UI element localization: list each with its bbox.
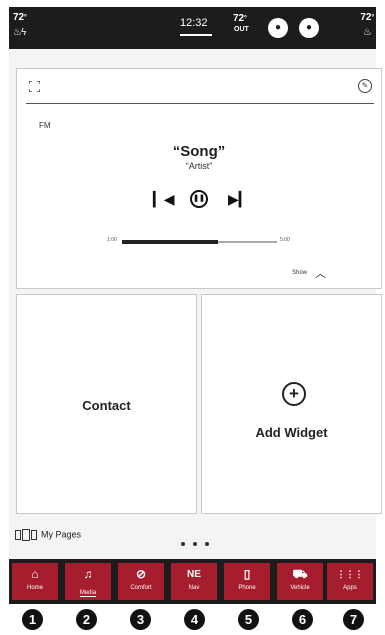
- nav-nav-label: Nav: [188, 585, 200, 591]
- nav-vehicle-label: Vehicle: [290, 585, 310, 591]
- contact-widget[interactable]: Contact: [16, 294, 197, 514]
- next-track-icon[interactable]: ▶▎: [228, 191, 250, 208]
- band-label: FM: [39, 121, 51, 130]
- nav-vehicle-button[interactable]: ⛟ Vehicle: [277, 563, 323, 600]
- playback-controls: ▎◀ ❚❚ ▶▎: [17, 190, 381, 211]
- clock-underline: [180, 34, 212, 36]
- pause-icon[interactable]: ❚❚: [190, 190, 208, 208]
- my-pages-button[interactable]: My Pages: [15, 529, 81, 543]
- driver-temp-value: 72: [13, 12, 25, 23]
- progress-start-label: 1:00: [107, 237, 117, 243]
- passenger-temp-unit: º: [371, 14, 374, 21]
- compass-icon: NE: [187, 569, 201, 580]
- outside-temp: 72º: [233, 14, 247, 24]
- pages-icon: [15, 529, 38, 541]
- seat-heat-icon[interactable]: ♨: [363, 27, 372, 38]
- passenger-temp-value: 72: [360, 12, 372, 23]
- nav-phone-label: Phone: [238, 585, 256, 591]
- progress-bar[interactable]: [122, 240, 277, 244]
- status-bar: 72º ♨ϟ 12:32 72º OUT ● ● 72º ♨: [9, 7, 376, 49]
- expand-icon[interactable]: [29, 81, 40, 92]
- show-toggle-label[interactable]: Show: [292, 270, 307, 276]
- music-note-icon: ♫: [83, 567, 93, 581]
- callout-badge: 2: [76, 609, 97, 630]
- edit-icon[interactable]: ✎: [358, 79, 372, 93]
- chevron-up-icon[interactable]: ︿: [315, 265, 326, 281]
- page-indicator[interactable]: [181, 533, 217, 551]
- comfort-icon: ⊘: [135, 567, 147, 581]
- page-dot[interactable]: [193, 542, 197, 546]
- apps-grid-icon: ⋮⋮⋮: [336, 569, 364, 579]
- nav-home-label: Home: [26, 585, 43, 591]
- media-widget[interactable]: ✎ FM “Song” “Artist” ▎◀ ❚❚ ▶▎ 1:00 5:00 …: [16, 68, 382, 289]
- artist-name: “Artist”: [185, 161, 213, 171]
- bottom-nav-bar: ⌂ Home ♫ Media ⊘ Comfort NE Nav ▯ Phone …: [9, 559, 376, 604]
- phone-icon: ▯: [243, 567, 251, 581]
- nav-media-button[interactable]: ♫ Media: [65, 563, 111, 600]
- nav-apps-button[interactable]: ⋮⋮⋮ Apps: [327, 563, 373, 600]
- callout-badges: 1 2 3 4 5 6 7: [0, 609, 385, 633]
- outside-temp-unit: º: [244, 15, 247, 22]
- outside-label: OUT: [234, 26, 249, 33]
- nav-nav-button[interactable]: NE Nav: [171, 563, 217, 600]
- car-icon: ⛟: [292, 567, 308, 581]
- callout-badge: 5: [238, 609, 259, 630]
- add-widget-tile[interactable]: + Add Widget: [201, 294, 382, 514]
- my-pages-label: My Pages: [41, 529, 82, 540]
- previous-track-icon[interactable]: ▎◀: [153, 191, 175, 208]
- plus-circle-icon[interactable]: +: [282, 382, 306, 406]
- contact-label: Contact: [82, 398, 131, 413]
- nav-home-button[interactable]: ⌂ Home: [12, 563, 58, 600]
- clock: 12:32: [180, 17, 208, 29]
- song-title: “Song”: [172, 143, 226, 160]
- page-dot[interactable]: [181, 542, 185, 546]
- progress-fill: [122, 240, 219, 244]
- media-divider: [26, 103, 374, 104]
- nav-apps-label: Apps: [343, 585, 357, 591]
- outside-temp-value: 72: [233, 13, 245, 24]
- nav-media-label: Media: [79, 590, 97, 597]
- callout-badge: 3: [130, 609, 151, 630]
- nav-comfort-button[interactable]: ⊘ Comfort: [118, 563, 164, 600]
- home-icon: ⌂: [31, 567, 39, 581]
- microphone-icon[interactable]: ●: [299, 18, 319, 38]
- seat-fan-icon[interactable]: ♨ϟ: [13, 27, 26, 38]
- page-dot[interactable]: [205, 542, 209, 546]
- add-widget-label: Add Widget: [255, 425, 328, 440]
- callout-badge: 4: [184, 609, 205, 630]
- passenger-temp[interactable]: 72º: [360, 13, 374, 23]
- callout-badge: 1: [22, 609, 43, 630]
- driver-temp[interactable]: 72º: [13, 13, 27, 23]
- driver-temp-unit: º: [24, 14, 27, 21]
- callout-badge: 7: [343, 609, 364, 630]
- progress-end-label: 5:00: [280, 237, 290, 243]
- callout-badge: 6: [292, 609, 313, 630]
- nav-comfort-label: Comfort: [130, 585, 152, 591]
- nav-phone-button[interactable]: ▯ Phone: [224, 563, 270, 600]
- profile-icon[interactable]: ●: [268, 18, 288, 38]
